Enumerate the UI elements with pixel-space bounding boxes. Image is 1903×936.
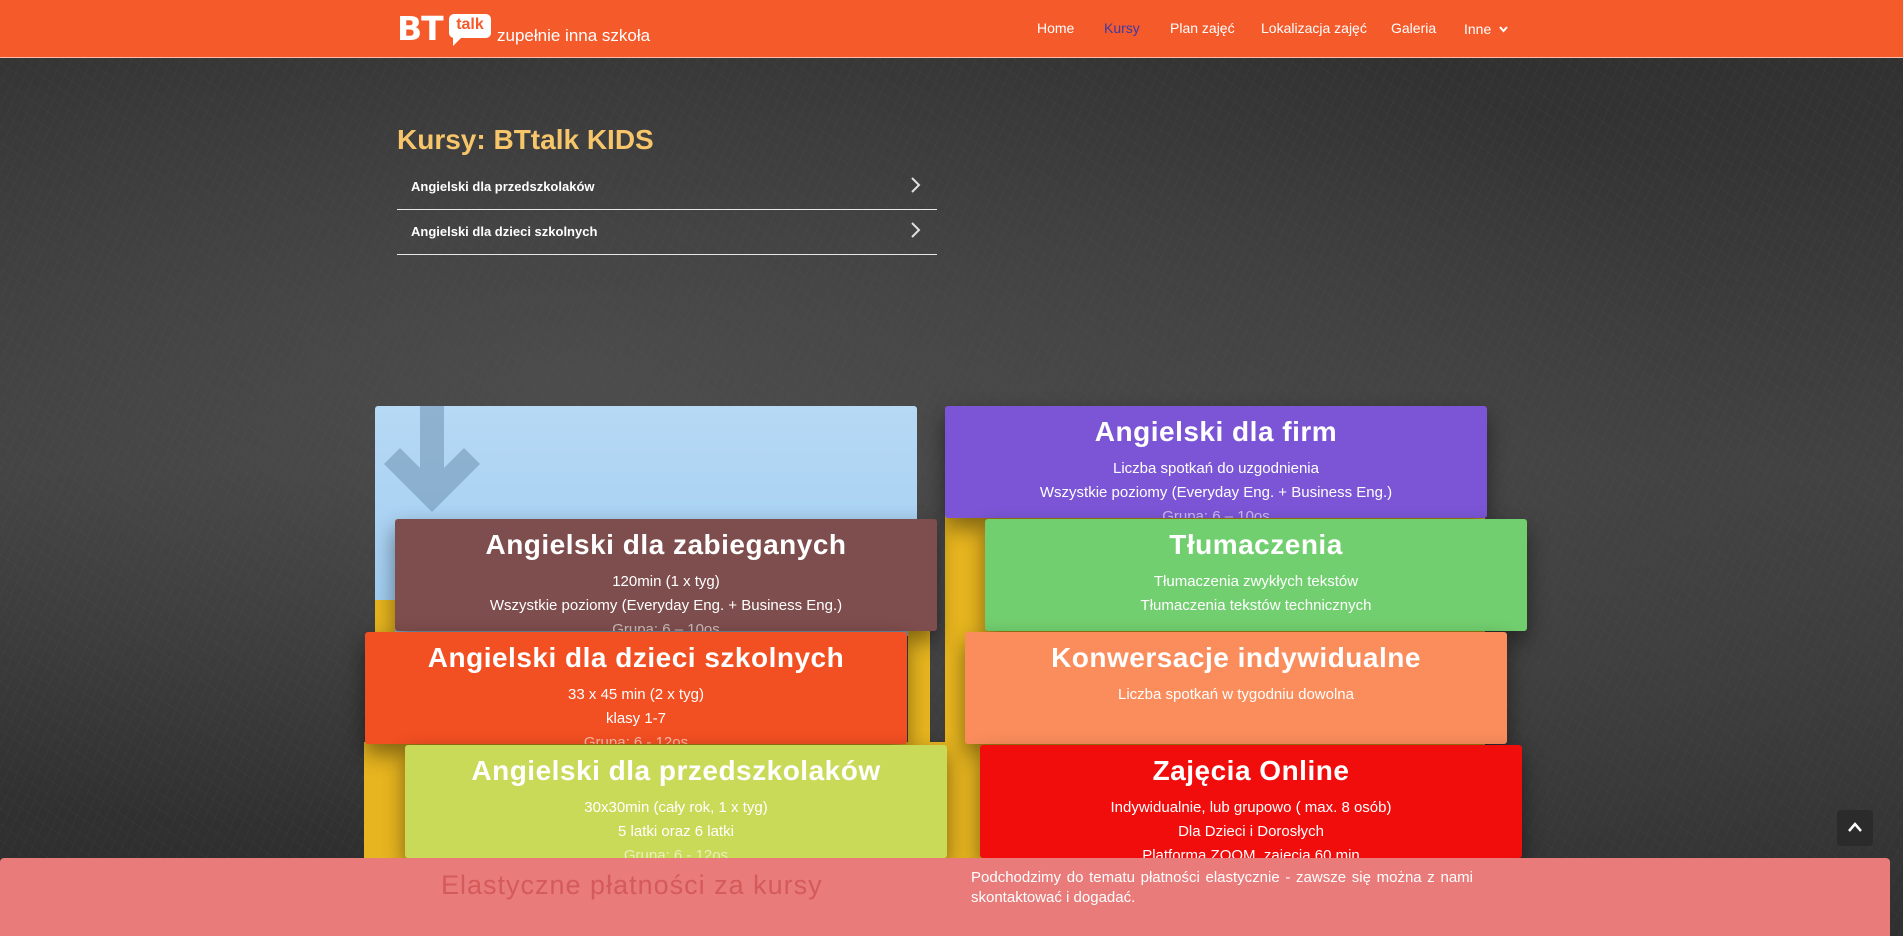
card-angielski-dla-przedszkolakow[interactable]: Angielski dla przedszkolaków 30x30min (c…: [405, 745, 947, 858]
card-title: Tłumaczenia: [1169, 529, 1343, 560]
card-line: Liczba spotkań do uzgodnienia: [1113, 460, 1319, 477]
card-title: Konwersacje indywidualne: [1051, 642, 1421, 673]
card-title: Angielski dla firm: [1094, 416, 1338, 447]
card-title: Angielski dla przedszkolaków: [471, 755, 881, 786]
card-title: Angielski dla dzieci szkolnych: [427, 642, 845, 673]
nav-home[interactable]: Home: [1037, 20, 1074, 40]
card-line: Tłumaczenia zwykłych tekstów: [1153, 573, 1359, 590]
chevron-up-icon: [1848, 822, 1862, 832]
card-tlumaczenia[interactable]: Tłumaczenia Tłumaczenia zwykłych tekstów…: [985, 519, 1527, 631]
scroll-to-top-button[interactable]: [1837, 810, 1873, 846]
card-line: Dla Dzieci i Dorosłych: [1178, 823, 1324, 840]
card-line: 120min (1 x tyg): [612, 573, 720, 590]
logo-bt: BT: [397, 9, 444, 48]
card-angielski-dla-zabieganych[interactable]: Angielski dla zabieganych 120min (1 x ty…: [395, 519, 937, 631]
card-konwersacje-indywidualne[interactable]: Konwersacje indywidualne Liczba spotkań …: [965, 632, 1507, 744]
card-angielski-dla-dzieci-szkolnych[interactable]: Angielski dla dzieci szkolnych 33 x 45 m…: [365, 632, 907, 744]
card-line: Wszystkie poziomy (Everyday Eng. + Busin…: [489, 597, 843, 614]
logo-tagline: zupełnie inna szkoła: [497, 26, 651, 45]
card-line: 30x30min (cały rok, 1 x tyg): [584, 799, 768, 816]
nav-inne-label: Inne: [1464, 21, 1492, 37]
card-line: Platforma ZOOM, zajęcia 60 min: [1142, 847, 1360, 858]
nav-lokalizacja[interactable]: Lokalizacja zajęć: [1261, 20, 1367, 40]
card-angielski-dla-firm[interactable]: Angielski dla firm Liczba spotkań do uzg…: [945, 406, 1487, 518]
nav-galeria[interactable]: Galeria: [1391, 20, 1436, 40]
nav-plan-zajec[interactable]: Plan zajęć: [1170, 20, 1235, 40]
course-cards-area: Angielski dla firm Liczba spotkań do uzg…: [0, 0, 1903, 936]
card-line: Wszystkie poziomy (Everyday Eng. + Busin…: [1039, 484, 1393, 501]
card-title: Zajęcia Online: [1152, 755, 1350, 786]
card-line: Grupa: 6 - 12os: [583, 734, 689, 744]
logo-talk: talk: [456, 16, 484, 33]
arrow-down-icon: [384, 406, 480, 512]
card-zajecia-online[interactable]: Zajęcia Online Indywidualnie, lub grupow…: [980, 745, 1522, 858]
card-line: Liczba spotkań w tygodniu dowolna: [1118, 686, 1354, 703]
nav-kursy[interactable]: Kursy: [1104, 20, 1140, 40]
card-title: Angielski dla zabieganych: [485, 529, 847, 560]
card-line: Tłumaczenia tekstów technicznych: [1140, 597, 1372, 614]
nav-inne[interactable]: Inne: [1464, 20, 1508, 40]
decor-strip-yellow: [908, 630, 930, 750]
card-line: Grupa: 6 - 12os: [623, 847, 729, 858]
card-line: Grupa: 6 – 10os: [1162, 508, 1270, 518]
chevron-down-icon: [1499, 20, 1508, 36]
top-navbar: BT talk zupełnie inna szkoła Home Kursy …: [0, 0, 1903, 58]
card-line: 33 x 45 min (2 x tyg): [568, 686, 704, 703]
banner-title: Elastyczne płatności za kursy: [441, 870, 823, 900]
logo-speech-bubble: talk: [449, 14, 491, 46]
payment-banner: [0, 858, 1890, 936]
card-line: Grupa: 6 – 10os: [612, 621, 720, 631]
banner-text: Podchodzimy do tematu płatności elastycz…: [971, 869, 1473, 906]
card-line: Indywidualnie, lub grupowo ( max. 8 osób…: [1110, 799, 1392, 816]
card-line: 5 latki oraz 6 latki: [618, 823, 734, 840]
card-line: klasy 1-7: [605, 710, 667, 727]
